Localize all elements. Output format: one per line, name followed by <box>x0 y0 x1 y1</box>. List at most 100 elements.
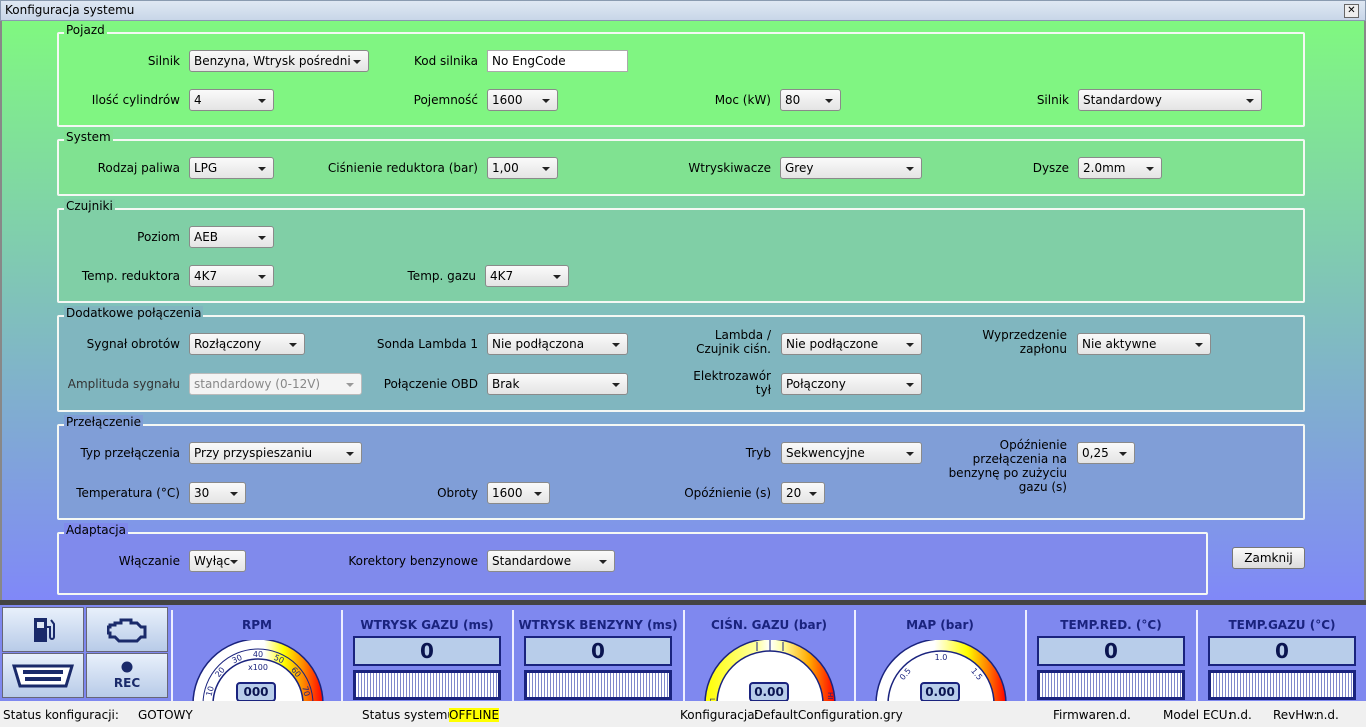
map-value: 0.00 <box>920 682 960 702</box>
label-line: Lambda / <box>714 328 771 342</box>
gauge-title: TEMP.GAZU (°C) <box>1228 618 1336 632</box>
wtrysk-gazu-value: 0 <box>353 636 501 666</box>
gauge-tick-label: 1.0 <box>935 653 948 662</box>
dysze-label: Dysze <box>1032 161 1069 175</box>
paliwo-select[interactable]: LPG <box>189 157 274 179</box>
wtrysk-benzyny-bar <box>524 670 672 700</box>
cisnienie-select[interactable]: 1,00 <box>487 157 558 179</box>
map-gauge: MAP (bar) 0.5 1.0 1.5 0.00 <box>854 610 1024 706</box>
status-bar: Status konfiguracji: GOTOWY Status syste… <box>0 701 1366 727</box>
gauge-title: MAP (bar) <box>906 618 974 632</box>
gauge-title: CIŚN. GAZU (bar) <box>710 618 828 632</box>
cylindry-select[interactable]: 4 <box>189 89 274 111</box>
group-title: Czujniki <box>64 199 115 213</box>
temp-gazu-select[interactable]: 4K7 <box>485 265 569 287</box>
kod-silnika-label: Kod silnika <box>414 54 478 68</box>
temp-reduktora-select[interactable]: 4K7 <box>189 265 274 287</box>
sonda-label: Sonda Lambda 1 <box>376 337 478 351</box>
dysze-select[interactable]: 2.0mm <box>1078 157 1162 179</box>
elektrozawor-select[interactable]: Połączony <box>781 373 922 395</box>
wtryskiwacze-select[interactable]: Grey <box>780 157 922 179</box>
revhw-value: n.d. <box>1316 708 1339 722</box>
tryb-label: Tryb <box>745 446 771 460</box>
moc-select[interactable]: 80 <box>780 89 841 111</box>
window-title: Konfiguracja systemu <box>5 3 135 17</box>
paliwo-label: Rodzaj paliwa <box>97 161 180 175</box>
opoznienie-select[interactable]: 20 <box>781 482 825 504</box>
gauge-title: WTRYSK GAZU (ms) <box>360 618 494 632</box>
label-line: Wyprzedzenie <box>982 328 1067 342</box>
wtrysk-gazu-panel: WTRYSK GAZU (ms) 0 <box>341 610 511 706</box>
label-line: benzynę po zużyciu <box>948 466 1067 480</box>
obroty-label: Obroty <box>437 486 478 500</box>
temperatura-select[interactable]: 30 <box>189 482 246 504</box>
fuel-button[interactable] <box>2 607 84 652</box>
engine-button[interactable] <box>86 607 168 652</box>
temperatura-label: Temperatura (°C) <box>76 486 180 500</box>
status-config-label: Status konfiguracji: <box>3 708 119 722</box>
silnik-typ-select[interactable]: Standardowy <box>1078 89 1262 111</box>
wlaczanie-select[interactable]: Wyłąc <box>189 550 246 572</box>
revhw-label: RevHw: <box>1273 708 1318 722</box>
korektory-select[interactable]: Standardowe <box>487 550 615 572</box>
group-title: Adaptacja <box>64 523 128 537</box>
silnik-select[interactable]: Benzyna, Wtrysk pośredni <box>189 50 369 72</box>
obd-select[interactable]: Brak <box>487 373 628 395</box>
wtrysk-benzyny-value: 0 <box>524 636 672 666</box>
sonda-select[interactable]: Nie podłączona <box>487 333 628 355</box>
lambda-select[interactable]: Nie podłączone <box>781 333 922 355</box>
typ-przelaczenia-label: Typ przełączenia <box>80 446 180 460</box>
firmware-value: n.d. <box>1108 708 1131 722</box>
gauge-title: WTRYSK BENZYNY (ms) <box>518 618 678 632</box>
temp-reduktora-label: Temp. reduktora <box>81 269 180 283</box>
obroty-select[interactable]: 1600 <box>487 482 550 504</box>
config-area: Pojazd System Czujniki Dodatkowe połącze… <box>0 21 1366 600</box>
temp-red-bar <box>1037 670 1185 700</box>
firmware-label: Firmware: <box>1053 708 1113 722</box>
cisn-gazu-value: 0.00 <box>749 682 789 702</box>
config-file-value: DefaultConfiguration.gry <box>754 708 903 722</box>
group-title: System <box>64 130 113 144</box>
amplituda-select[interactable]: standardowy (0-12V) <box>189 373 362 395</box>
poziom-label: Poziom <box>137 230 180 244</box>
temp-gazu-label: Temp. gazu <box>407 269 476 283</box>
group-title: Przełączenie <box>64 415 144 429</box>
opoznienie-benzyna-select[interactable]: 0,25 <box>1077 442 1135 464</box>
rpm-gauge: RPM 10 20 30 40 50 60 70 x100 000 <box>171 610 341 706</box>
sygnal-obrotow-label: Sygnał obrotów <box>86 337 180 351</box>
label-line: Czujnik ciśn. <box>696 342 771 356</box>
temp-red-value: 0 <box>1037 636 1185 666</box>
wtrysk-gazu-bar <box>353 670 501 700</box>
close-window-button[interactable]: ✕ <box>1344 4 1359 18</box>
rec-button[interactable]: REC <box>86 653 168 698</box>
lambda-label: Lambda / Czujnik ciśn. <box>696 328 771 356</box>
obd-button[interactable] <box>2 653 84 698</box>
temp-gazu-value: 0 <box>1208 636 1356 666</box>
wyprzedzenie-select[interactable]: Nie aktywne <box>1077 333 1211 355</box>
status-system-label: Status systemu: <box>362 708 460 722</box>
silnik-typ-label: Silnik <box>1036 93 1069 107</box>
typ-przelaczenia-select[interactable]: Przy przyspieszaniu <box>189 442 362 464</box>
group-title: Pojazd <box>64 23 107 37</box>
record-icon <box>121 661 133 673</box>
zamknij-button[interactable]: Zamknij <box>1232 547 1305 569</box>
title-bar: Konfiguracja systemu ✕ <box>0 0 1366 21</box>
rpm-unit: x100 <box>248 663 268 672</box>
hi-label: HI <box>826 692 834 699</box>
rpm-value: 000 <box>236 682 276 702</box>
dashboard: REC RPM 10 20 30 40 50 60 70 x100 000 WTRYSK G… <box>0 600 1366 706</box>
gauge-title: RPM <box>242 618 272 632</box>
label-line: gazu (s) <box>1018 480 1067 494</box>
poziom-select[interactable]: AEB <box>189 226 274 248</box>
sygnal-obrotow-select[interactable]: Rozłączony <box>189 333 305 355</box>
kod-silnika-input[interactable]: No EngCode <box>487 50 628 72</box>
wlaczanie-label: Włączanie <box>118 554 180 568</box>
elektrozawor-label: Elektrozawór tył <box>693 369 771 397</box>
obd-connector-icon <box>11 664 75 687</box>
amplituda-label: Amplituda sygnału <box>67 377 180 391</box>
pojemnosc-label: Pojemność <box>413 93 478 107</box>
tryb-select[interactable]: Sekwencyjne <box>781 442 922 464</box>
obd-label: Połączenie OBD <box>383 377 478 391</box>
label-line: przełączenia na <box>972 452 1067 466</box>
pojemnosc-select[interactable]: 1600 <box>487 89 558 111</box>
